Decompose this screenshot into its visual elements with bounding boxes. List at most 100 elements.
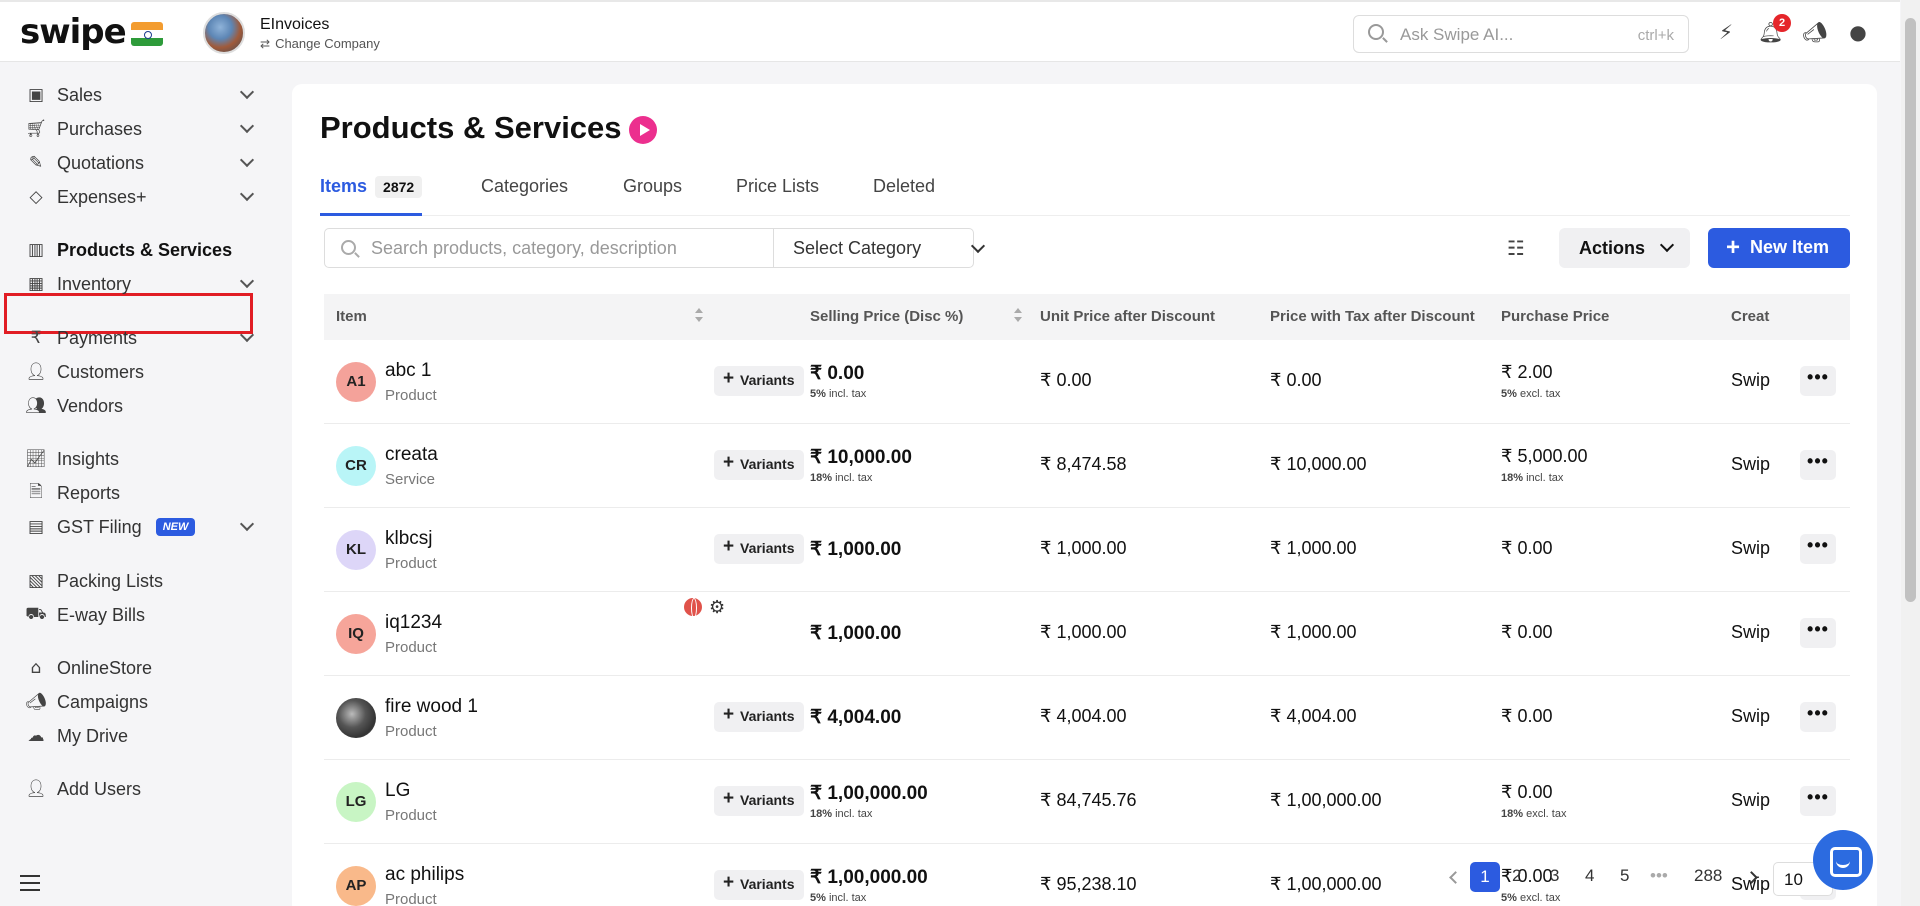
table-row[interactable]: CR creata Service + Variants ₹ 10,000.00 … bbox=[324, 424, 1850, 508]
scrollbar-thumb[interactable] bbox=[1905, 18, 1916, 602]
page-3[interactable]: 3 bbox=[1550, 866, 1559, 886]
add-variants-button[interactable]: + Variants bbox=[714, 450, 804, 480]
more-options-button[interactable]: ••• bbox=[1800, 702, 1836, 732]
more-options-button[interactable]: ••• bbox=[1800, 450, 1836, 480]
company-name[interactable]: EInvoices bbox=[260, 16, 329, 34]
sidebar-item-customers[interactable]: 👤︎ Customers bbox=[24, 357, 260, 387]
purchase-price: ₹ 5,000.00 bbox=[1501, 446, 1588, 466]
item-name[interactable]: creata bbox=[385, 444, 438, 466]
price-with-tax: ₹ 1,00,000.00 bbox=[1270, 790, 1382, 810]
add-variants-button[interactable]: + Variants bbox=[714, 702, 804, 732]
item-name[interactable]: klbcsj bbox=[385, 528, 433, 550]
ask-swipe-ai-search[interactable]: Ask Swipe AI... ctrl+k bbox=[1353, 15, 1689, 53]
sidebar-item-inventory[interactable]: ▦ Inventory bbox=[24, 269, 260, 299]
page-4[interactable]: 4 bbox=[1585, 866, 1594, 886]
pagination-ellipsis[interactable]: ••• bbox=[1650, 866, 1668, 886]
page-2[interactable]: 2 bbox=[1512, 866, 1521, 886]
megaphone-icon[interactable]: 📣︎ bbox=[1802, 20, 1827, 44]
more-options-button[interactable]: ••• bbox=[1800, 786, 1836, 816]
item-avatar: LG bbox=[336, 782, 376, 822]
column-created-clip: Creat bbox=[1731, 294, 1771, 340]
swipe-logo[interactable]: swipe bbox=[20, 12, 127, 52]
actions-button[interactable]: Actions bbox=[1559, 228, 1690, 268]
sort-icon[interactable] bbox=[694, 308, 704, 328]
table-row[interactable]: LG LG Product + Variants ₹ 1,00,000.00 18… bbox=[324, 760, 1850, 844]
page-1[interactable]: 1 bbox=[1470, 862, 1500, 892]
more-options-button[interactable]: ••• bbox=[1800, 366, 1836, 396]
change-company-link[interactable]: ⇄ Change Company bbox=[260, 36, 380, 51]
sidebar-item-products-services[interactable]: ▥ Products & Services bbox=[24, 235, 260, 265]
chat-support-icon[interactable] bbox=[1813, 830, 1873, 890]
add-variants-button[interactable]: + Variants bbox=[714, 870, 804, 900]
column-selling-price[interactable]: Selling Price (Disc %) bbox=[810, 308, 963, 325]
purchase-tax-note: 5% excl. tax bbox=[1501, 388, 1561, 400]
table-row[interactable]: KL klbcsj Product + Variants ₹ 1,000.00 ₹… bbox=[324, 508, 1850, 592]
tab-groups[interactable]: Groups bbox=[623, 176, 682, 216]
selling-price: ₹ 1,000.00 bbox=[810, 539, 902, 560]
table-row[interactable]: IQ iq1234 Product ⚙ ₹ 1,000.00 ₹ 1,000.0… bbox=[324, 592, 1850, 676]
unit-price: ₹ 95,238.10 bbox=[1040, 874, 1137, 894]
plus-icon: + bbox=[723, 872, 735, 893]
users-icon: 👥︎ bbox=[25, 396, 47, 416]
item-name[interactable]: iq1234 bbox=[385, 612, 442, 634]
user-icon: 👤︎ bbox=[25, 362, 47, 382]
more-options-button[interactable]: ••• bbox=[1800, 534, 1836, 564]
new-item-button[interactable]: + New Item bbox=[1708, 228, 1850, 268]
sidebar-item-payments[interactable]: ₹ Payments bbox=[24, 323, 260, 353]
profile-icon[interactable]: ● bbox=[1846, 20, 1870, 44]
menu-toggle-icon[interactable] bbox=[20, 875, 40, 891]
sidebar-item-insights[interactable]: 📈︎ Insights bbox=[24, 444, 260, 474]
sidebar-item-gst-filing[interactable]: ▤ GST Filing NEW bbox=[24, 512, 260, 542]
tab-deleted[interactable]: Deleted bbox=[873, 176, 935, 216]
sidebar-item-vendors[interactable]: 👥︎ Vendors bbox=[24, 391, 260, 421]
sidebar-item-purchases[interactable]: 🛒︎ Purchases bbox=[24, 114, 260, 144]
sidebar-item-sales[interactable]: ▣ Sales bbox=[24, 80, 260, 110]
search-input[interactable]: Search products, category, description bbox=[371, 238, 677, 259]
add-variants-button[interactable]: + Variants bbox=[714, 534, 804, 564]
page-5[interactable]: 5 bbox=[1620, 866, 1629, 886]
item-type: Product bbox=[385, 723, 437, 740]
sort-icon[interactable] bbox=[1013, 308, 1023, 328]
table-row[interactable]: fire wood 1 Product + Variants ₹ 4,004.00… bbox=[324, 676, 1850, 760]
page-288[interactable]: 288 bbox=[1694, 866, 1722, 886]
add-variants-button[interactable]: + Variants bbox=[714, 366, 804, 396]
play-video-icon[interactable] bbox=[629, 116, 657, 144]
sidebar-item-packing-lists[interactable]: ▧ Packing Lists bbox=[24, 566, 260, 596]
item-name[interactable]: fire wood 1 bbox=[385, 696, 478, 718]
item-name[interactable]: LG bbox=[385, 780, 410, 802]
lightning-icon[interactable]: ⚡ bbox=[1714, 20, 1738, 44]
sidebar-item-onlinestore[interactable]: ⌂ OnlineStore bbox=[24, 653, 260, 683]
item-name[interactable]: ac philips bbox=[385, 864, 464, 886]
more-options-button[interactable]: ••• bbox=[1800, 618, 1836, 648]
sidebar-item-eway-bills[interactable]: ⛟ E-way Bills bbox=[24, 600, 260, 630]
sidebar-item-campaigns[interactable]: 📣︎ Campaigns bbox=[24, 687, 260, 717]
sidebar-item-reports[interactable]: 🗎 Reports bbox=[24, 478, 260, 508]
unit-price: ₹ 1,000.00 bbox=[1040, 538, 1127, 558]
next-page-icon[interactable] bbox=[1745, 871, 1758, 884]
column-item[interactable]: Item bbox=[336, 308, 367, 325]
sidebar-item-my-drive[interactable]: ☁ My Drive bbox=[24, 721, 260, 751]
plus-icon: + bbox=[723, 368, 735, 389]
tab-categories[interactable]: Categories bbox=[481, 176, 568, 216]
scrollbar[interactable] bbox=[1901, 0, 1920, 906]
previous-page-icon[interactable] bbox=[1449, 871, 1462, 884]
store-icon: ⌂ bbox=[30, 658, 42, 678]
tab-price-lists[interactable]: Price Lists bbox=[736, 176, 819, 216]
table-header: Item Selling Price (Disc %) Unit Price a… bbox=[324, 294, 1850, 340]
tab-items[interactable]: Items 2872 bbox=[320, 176, 423, 216]
sliders-icon[interactable]: ☷ bbox=[1504, 236, 1528, 260]
main-card: Products & Services Items 2872 Categories… bbox=[292, 84, 1877, 906]
price-with-tax: ₹ 1,00,000.00 bbox=[1270, 874, 1382, 894]
item-name[interactable]: abc 1 bbox=[385, 360, 431, 382]
sidebar-item-expenses[interactable]: ◇ Expenses+ bbox=[24, 182, 260, 212]
add-variants-button[interactable]: + Variants bbox=[714, 786, 804, 816]
tag-icon: ◇ bbox=[29, 187, 43, 207]
item-type: Product bbox=[385, 891, 437, 906]
document-icon: 🗎 bbox=[29, 481, 43, 502]
sidebar-item-add-users[interactable]: 👤︎ Add Users bbox=[24, 774, 260, 804]
sidebar-item-quotations[interactable]: ✎ Quotations bbox=[24, 148, 260, 178]
company-avatar[interactable] bbox=[203, 12, 245, 54]
category-select[interactable]: Select Category bbox=[793, 238, 921, 259]
table-row[interactable]: A1 abc 1 Product + Variants ₹ 0.00 5% inc… bbox=[324, 340, 1850, 424]
purchase-tax-note: 18% incl. tax bbox=[1501, 472, 1564, 484]
